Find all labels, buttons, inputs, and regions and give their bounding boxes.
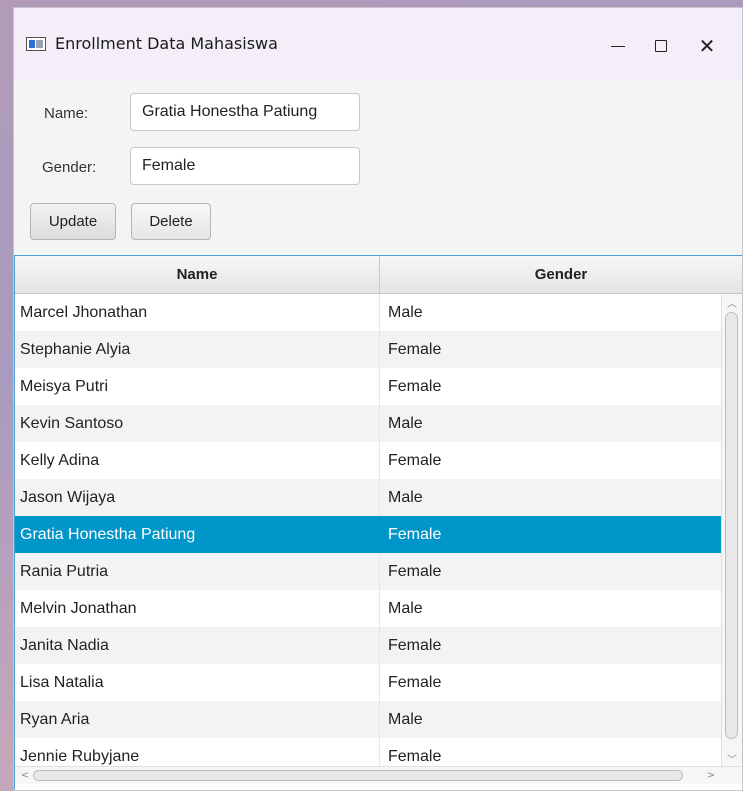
cell-gender: Female xyxy=(388,562,442,580)
app-window: Enrollment Data Mahasiswa ✕ Name: Gender… xyxy=(13,7,743,791)
cell-gender: Male xyxy=(388,599,423,617)
minimize-button[interactable] xyxy=(596,28,640,64)
cell-gender: Male xyxy=(388,303,423,321)
cell-name: Gratia Honestha Patiung xyxy=(15,516,380,553)
cell-name: Stephanie Alyia xyxy=(15,331,380,368)
vertical-scrollbar[interactable]: ︿ ﹀ xyxy=(721,294,742,766)
vertical-scroll-thumb[interactable] xyxy=(725,312,738,739)
cell-gender: Female xyxy=(388,340,442,358)
table-header: Name Gender xyxy=(15,256,742,294)
horizontal-scrollbar[interactable]: < > xyxy=(15,766,742,784)
cell-name: Janita Nadia xyxy=(15,627,380,664)
close-button[interactable]: ✕ xyxy=(685,28,729,64)
table-body: Marcel Jhonathan Male Stephanie Alyia Femal… xyxy=(15,294,721,766)
cell-gender: Female xyxy=(388,747,442,765)
cell-gender: Female xyxy=(388,377,442,395)
cell-gender: Male xyxy=(388,414,423,432)
maximize-icon xyxy=(655,40,667,52)
delete-button[interactable]: Delete xyxy=(131,203,211,240)
cell-gender: Female xyxy=(388,673,442,691)
cell-name: Rania Putria xyxy=(15,553,380,590)
table-row[interactable]: Jason Wijaya Male xyxy=(15,479,721,516)
cell-name: Jennie Rubyjane xyxy=(15,738,380,766)
column-header-gender[interactable]: Gender xyxy=(380,256,742,293)
update-button[interactable]: Update xyxy=(30,203,116,240)
cell-name: Meisya Putri xyxy=(15,368,380,405)
table-row[interactable]: Janita Nadia Female xyxy=(15,627,721,664)
cell-gender: Female xyxy=(388,636,442,654)
minimize-icon xyxy=(611,45,625,47)
scroll-right-icon[interactable]: > xyxy=(705,769,717,781)
gender-field[interactable] xyxy=(130,147,360,185)
table-row[interactable]: Marcel Jhonathan Male xyxy=(15,294,721,331)
cell-gender: Female xyxy=(388,451,442,469)
cell-name: Kevin Santoso xyxy=(15,405,380,442)
name-label: Name: xyxy=(44,105,89,122)
cell-gender: Male xyxy=(388,710,423,728)
cell-name: Melvin Jonathan xyxy=(15,590,380,627)
title-bar[interactable]: Enrollment Data Mahasiswa ✕ xyxy=(14,8,742,80)
cell-gender: Female xyxy=(388,525,442,543)
close-icon: ✕ xyxy=(698,34,716,58)
table-row[interactable]: Meisya Putri Female xyxy=(15,368,721,405)
student-table[interactable]: Name Gender Marcel Jhonathan Male Stephani… xyxy=(14,255,742,790)
table-row[interactable]: Lisa Natalia Female xyxy=(15,664,721,701)
table-row[interactable]: Jennie Rubyjane Female xyxy=(15,738,721,766)
horizontal-scroll-thumb[interactable] xyxy=(33,770,683,781)
window-title: Enrollment Data Mahasiswa xyxy=(55,34,278,53)
table-row[interactable]: Kelly Adina Female xyxy=(15,442,721,479)
cell-name: Ryan Aria xyxy=(15,701,380,738)
maximize-button[interactable] xyxy=(639,28,683,64)
table-row[interactable]: Gratia Honestha Patiung Female xyxy=(15,516,721,553)
cell-name: Lisa Natalia xyxy=(15,664,380,701)
cell-name: Kelly Adina xyxy=(15,442,380,479)
table-row[interactable]: Stephanie Alyia Female xyxy=(15,331,721,368)
gender-label: Gender: xyxy=(42,159,97,176)
name-field[interactable] xyxy=(130,93,360,131)
table-row[interactable]: Melvin Jonathan Male xyxy=(15,590,721,627)
scroll-down-icon[interactable]: ﹀ xyxy=(726,752,738,766)
table-row[interactable]: Kevin Santoso Male xyxy=(15,405,721,442)
cell-gender: Male xyxy=(388,488,423,506)
column-header-name[interactable]: Name xyxy=(15,256,380,293)
table-row[interactable]: Rania Putria Female xyxy=(15,553,721,590)
scroll-left-icon[interactable]: < xyxy=(19,769,31,781)
cell-name: Jason Wijaya xyxy=(15,479,380,516)
scroll-up-icon[interactable]: ︿ xyxy=(726,296,738,310)
app-window-icon xyxy=(26,37,46,51)
cell-name: Marcel Jhonathan xyxy=(15,294,380,331)
table-row[interactable]: Ryan Aria Male xyxy=(15,701,721,738)
